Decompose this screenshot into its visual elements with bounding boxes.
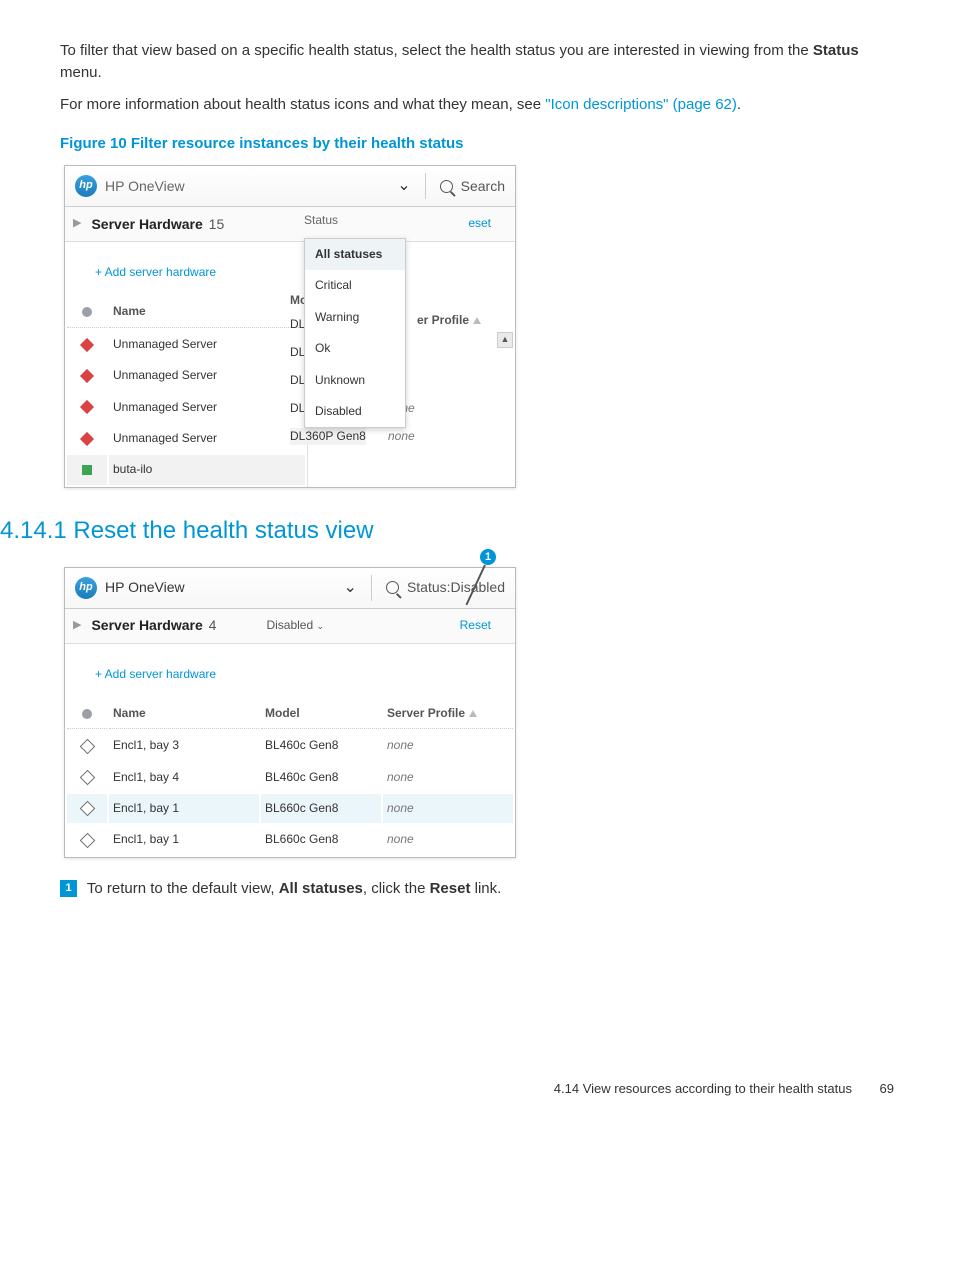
annotation-badge: 1: [60, 880, 77, 897]
scroll-up-button[interactable]: ▲: [497, 332, 513, 348]
table-row[interactable]: Unmanaged Server: [67, 393, 305, 422]
hp-logo-icon: hp: [75, 175, 97, 197]
reset-link-partial[interactable]: eset: [468, 215, 491, 232]
col-model-header[interactable]: Model: [261, 701, 381, 729]
columns: + Add server hardware Name Unmanaged Ser…: [65, 242, 515, 487]
left-pane: + Add server hardware Name Unmanaged Ser…: [65, 242, 308, 487]
dropdown-item-disabled[interactable]: Disabled: [305, 396, 405, 427]
expand-icon[interactable]: ▶: [73, 618, 81, 634]
disabled-icon: [79, 801, 95, 817]
intro-paragraph-1: To filter that view based on a specific …: [60, 40, 894, 84]
text: link.: [470, 880, 501, 897]
search-label: Search: [461, 176, 505, 196]
separator: [371, 575, 372, 601]
cell-profile: none: [388, 428, 415, 445]
section-title: Server Hardware 15: [91, 214, 224, 234]
intro-paragraph-2: For more information about health status…: [60, 94, 894, 116]
table-row[interactable]: Encl1, bay 4 BL460c Gen8 none: [67, 763, 513, 792]
dropdown-item-warning[interactable]: Warning: [305, 302, 405, 333]
text-bold: Status: [813, 42, 859, 59]
expand-icon[interactable]: ▶: [73, 216, 81, 232]
disabled-icon: [79, 738, 95, 754]
add-server-hardware-link[interactable]: + Add server hardware: [65, 256, 307, 297]
app-title: HP OneView: [105, 577, 185, 597]
table-row[interactable]: Unmanaged Server: [67, 424, 305, 453]
disabled-icon: [79, 833, 95, 849]
callout-1: 1: [480, 549, 496, 609]
table-row[interactable]: Encl1, bay 3 BL460c Gen8 none: [67, 731, 513, 760]
server-table: Name Unmanaged Server Unmanaged Server U…: [65, 297, 307, 486]
status-filter-value[interactable]: Disabled ⌄: [266, 617, 324, 634]
app-header: hp HP OneView ⌄ Search: [65, 166, 515, 207]
text: To filter that view based on a specific …: [60, 42, 813, 59]
screenshot-figure-10: hp HP OneView ⌄ Search ▶ Server Hardware…: [64, 165, 516, 488]
count-badge: 15: [209, 216, 225, 232]
critical-icon: [80, 432, 94, 446]
dropdown-item-critical[interactable]: Critical: [305, 270, 405, 301]
sort-icon[interactable]: [469, 710, 477, 717]
search-icon[interactable]: [440, 180, 453, 193]
section-title: Server Hardware 4: [91, 615, 216, 635]
text-bold: All statuses: [279, 880, 363, 897]
server-table: Name Model Server Profile Encl1, bay 3 B…: [65, 699, 515, 857]
status-filter-label[interactable]: Status: [304, 212, 338, 229]
col-status-header[interactable]: [67, 299, 107, 327]
right-pane: Status All statuses Critical Warning Ok …: [308, 242, 515, 487]
text-bold: Reset: [430, 880, 471, 897]
separator: [425, 173, 426, 199]
text: To return to the default view,: [87, 880, 279, 897]
status-dropdown[interactable]: All statuses Critical Warning Ok Unknown…: [304, 238, 406, 428]
text: , click the: [363, 880, 430, 897]
disabled-icon: [79, 770, 95, 786]
dropdown-item-unknown[interactable]: Unknown: [305, 365, 405, 396]
critical-icon: [80, 338, 94, 352]
count-badge: 4: [209, 617, 217, 633]
section-heading: 4.14.1 Reset the health status view: [0, 514, 894, 549]
annotation-item-1: 1 To return to the default view, All sta…: [60, 878, 894, 900]
col-server-profile-header-partial: er Profile: [417, 312, 481, 329]
subheader-row: ▶ Server Hardware 4 Disabled ⌄ Reset: [65, 609, 515, 644]
add-server-hardware-link[interactable]: + Add server hardware: [65, 658, 515, 699]
body-area: + Add server hardware Name Model Server …: [65, 644, 515, 857]
footer-text: 4.14 View resources according to their h…: [554, 1080, 852, 1099]
text: .: [737, 96, 741, 113]
chevron-down-icon[interactable]: ⌄: [397, 174, 410, 197]
chevron-down-icon[interactable]: ⌄: [344, 576, 357, 599]
dropdown-item-ok[interactable]: Ok: [305, 333, 405, 364]
table-row[interactable]: Unmanaged Server: [67, 361, 305, 390]
sort-icon[interactable]: [473, 317, 481, 324]
table-row[interactable]: Encl1, bay 1 BL660c Gen8 none: [67, 794, 513, 823]
critical-icon: [80, 369, 94, 383]
search-icon[interactable]: [386, 581, 399, 594]
col-name-header[interactable]: Name: [109, 299, 305, 327]
reset-link[interactable]: Reset: [460, 617, 491, 634]
hp-logo-icon: hp: [75, 577, 97, 599]
page-footer: 4.14 View resources according to their h…: [60, 1080, 894, 1099]
col-status-header[interactable]: [67, 701, 107, 729]
figure-caption: Figure 10 Filter resource instances by t…: [60, 133, 894, 155]
callout-badge: 1: [480, 549, 496, 565]
text: For more information about health status…: [60, 96, 545, 113]
ok-icon: [82, 465, 92, 475]
critical-icon: [80, 400, 94, 414]
dropdown-item-all[interactable]: All statuses: [305, 239, 405, 270]
page-number: 69: [866, 1080, 894, 1099]
screenshot-reset-view: hp HP OneView ⌄ Status:Disabled ▶ Server…: [64, 567, 516, 858]
text: menu.: [60, 64, 102, 81]
subheader-row: ▶ Server Hardware 15 eset: [65, 207, 515, 242]
col-name-header[interactable]: Name: [109, 701, 259, 729]
table-row[interactable]: Unmanaged Server: [67, 330, 305, 359]
app-header: hp HP OneView ⌄ Status:Disabled: [65, 568, 515, 609]
table-row[interactable]: buta-ilo: [67, 455, 305, 484]
cell: DL360P Gen8: [290, 428, 366, 445]
table-row[interactable]: Encl1, bay 1 BL660c Gen8 none: [67, 825, 513, 854]
link-icon-descriptions[interactable]: "Icon descriptions" (page 62): [545, 96, 737, 113]
app-title: HP OneView: [105, 176, 185, 196]
col-server-profile-header[interactable]: Server Profile: [383, 701, 513, 729]
